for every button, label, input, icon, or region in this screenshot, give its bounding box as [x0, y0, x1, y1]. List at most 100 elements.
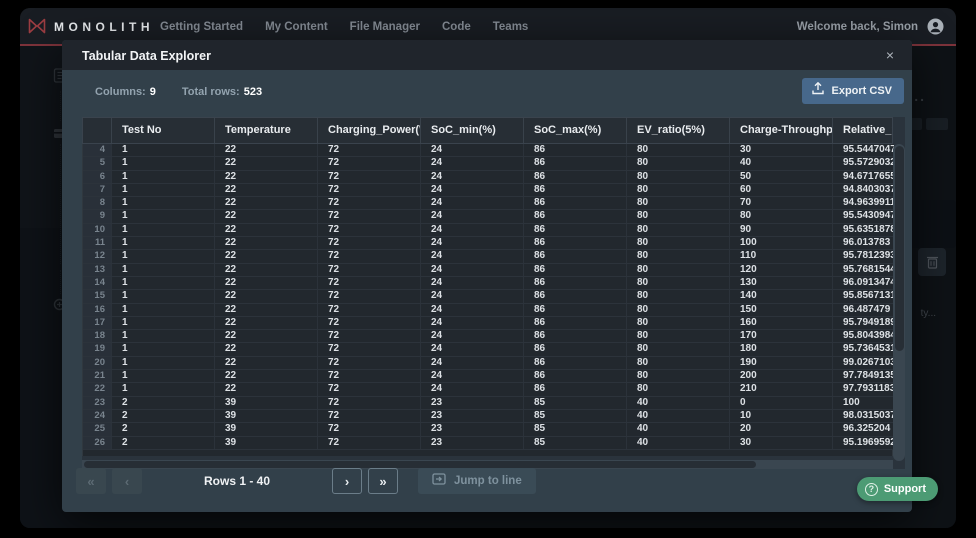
table-cell: 190 [729, 356, 832, 370]
table-row[interactable]: 20 1 22 72 24 86 80 190 99.0267103 [83, 356, 894, 371]
jump-to-line-button[interactable]: Jump to line [418, 468, 536, 494]
table-cell: 72 [317, 316, 420, 330]
table-row[interactable]: 5 1 22 72 24 86 80 40 95.5729032 [83, 157, 894, 171]
table-row[interactable]: 14 1 22 72 24 86 80 130 96.0913474 [83, 276, 894, 291]
table-cell: 23 [420, 409, 523, 423]
table-row[interactable]: 6 1 22 72 24 86 80 50 94.6717655 [83, 170, 894, 184]
row-number: 6 [83, 170, 111, 183]
table-row[interactable]: 23 2 39 72 23 85 40 0 100 [83, 396, 894, 410]
nav-item-getting-started[interactable]: Getting Started [160, 21, 243, 33]
row-number: 21 [83, 370, 111, 383]
nav-item-file-manager[interactable]: File Manager [350, 21, 420, 33]
table-header-row: Test NoTemperatureCharging_Power(W)SoC_m… [82, 117, 893, 144]
table-cell: 72 [317, 237, 420, 250]
table-row[interactable]: 15 1 22 72 24 86 80 140 95.8567131 [83, 290, 894, 304]
first-page-button[interactable]: « [76, 468, 106, 494]
table-row[interactable]: 25 2 39 72 23 85 40 20 96.325204 [83, 423, 894, 437]
table-cell: 22 [214, 183, 317, 197]
monolith-logo-icon[interactable] [28, 18, 46, 34]
close-icon[interactable]: × [880, 45, 900, 65]
column-header: Charge-Throughp... [729, 118, 832, 143]
table-row[interactable]: 10 1 22 72 24 86 80 90 95.6351878 [83, 223, 894, 238]
vertical-scrollbar[interactable] [893, 144, 905, 461]
modal-title: Tabular Data Explorer [82, 49, 211, 63]
table-row[interactable]: 19 1 22 72 24 86 80 180 95.7364531 [83, 343, 894, 357]
table-cell: 80 [626, 343, 729, 356]
table-cell: 23 [420, 436, 523, 449]
table-cell: 72 [317, 343, 420, 356]
table-row[interactable]: 7 1 22 72 24 86 80 60 94.8403037 [83, 183, 894, 198]
table-cell: 98.0315037 [832, 409, 894, 423]
table-cell: 72 [317, 396, 420, 409]
table-row[interactable]: 21 1 22 72 24 86 80 200 97.7849135 [83, 370, 894, 384]
table-row[interactable]: 18 1 22 72 24 86 80 170 95.8043984 [83, 330, 894, 344]
table-cell: 24 [420, 197, 523, 210]
table-row[interactable]: 13 1 22 72 24 86 80 120 95.7681544 [83, 263, 894, 277]
table-row[interactable]: 8 1 22 72 24 86 80 70 94.9639911 [83, 197, 894, 211]
table-cell: 72 [317, 210, 420, 223]
table-cell: 80 [626, 356, 729, 370]
export-csv-button[interactable]: Export CSV [802, 78, 904, 104]
table-cell: 24 [420, 370, 523, 383]
table-row[interactable]: 26 2 39 72 23 85 40 30 95.1969592 [83, 436, 894, 450]
total-rows-label: Total rows: [181, 86, 240, 98]
table-cell: 10 [729, 409, 832, 423]
table-row[interactable]: 12 1 22 72 24 86 80 110 95.7812393 [83, 250, 894, 264]
table-cell: 95.7681544 [832, 263, 894, 276]
table-cell: 120 [729, 263, 832, 276]
user-avatar-icon[interactable] [927, 18, 944, 35]
table-row[interactable]: 4 1 22 72 24 86 80 30 95.5447047 [83, 144, 894, 158]
table-cell: 1 [111, 316, 214, 330]
row-number-header [83, 118, 111, 143]
table-cell: 1 [111, 330, 214, 343]
table-cell: 60 [729, 183, 832, 197]
row-number: 8 [83, 197, 111, 210]
table-cell: 24 [420, 383, 523, 396]
table-cell: 80 [626, 170, 729, 183]
table-cell: 86 [523, 170, 626, 183]
table-cell: 22 [214, 170, 317, 183]
vertical-scrollbar-thumb[interactable] [894, 146, 904, 351]
table-cell: 39 [214, 436, 317, 449]
table-row[interactable]: 9 1 22 72 24 86 80 80 95.5430947 [83, 210, 894, 224]
table-row[interactable]: 16 1 22 72 24 86 80 150 96.487479 [83, 303, 894, 317]
previous-page-button[interactable]: ‹ [112, 468, 142, 494]
column-header: Charging_Power(W) [317, 118, 420, 143]
table-cell: 24 [420, 183, 523, 197]
partial-row [82, 449, 893, 456]
table-cell: 70 [729, 197, 832, 210]
table-cell: 140 [729, 290, 832, 303]
nav-item-my-content[interactable]: My Content [265, 21, 328, 33]
table-cell: 22 [214, 370, 317, 383]
table-cell: 72 [317, 263, 420, 276]
table-cell: 95.8567131 [832, 290, 894, 303]
table-row[interactable]: 24 2 39 72 23 85 40 10 98.0315037 [83, 409, 894, 424]
table-cell: 2 [111, 423, 214, 436]
table-cell: 24 [420, 144, 523, 157]
table-cell: 72 [317, 144, 420, 157]
table-cell: 72 [317, 423, 420, 436]
row-number: 18 [83, 330, 111, 343]
table-cell: 22 [214, 157, 317, 170]
nav-item-code[interactable]: Code [442, 21, 471, 33]
table-cell: 95.5729032 [832, 157, 894, 170]
table-cell: 95.7812393 [832, 250, 894, 263]
support-button[interactable]: ? Support [856, 477, 938, 501]
horizontal-scrollbar-thumb[interactable] [84, 461, 756, 468]
table-cell: 180 [729, 343, 832, 356]
table-cell: 72 [317, 303, 420, 316]
table-cell: 130 [729, 276, 832, 290]
last-page-button[interactable]: » [368, 468, 398, 494]
table-cell: 94.9639911 [832, 197, 894, 210]
next-page-button[interactable]: › [332, 468, 362, 494]
table-meta: Columns: 9 Total rows: 523 [95, 86, 262, 98]
table-cell: 72 [317, 409, 420, 423]
column-header: Temperature [214, 118, 317, 143]
row-number: 22 [83, 383, 111, 396]
table-cell: 80 [626, 316, 729, 330]
nav-item-teams[interactable]: Teams [493, 21, 529, 33]
table-row[interactable]: 11 1 22 72 24 86 80 100 96.013783 [83, 237, 894, 251]
table-cell: 94.6717655 [832, 170, 894, 183]
table-row[interactable]: 17 1 22 72 24 86 80 160 95.7949189 [83, 316, 894, 331]
table-row[interactable]: 22 1 22 72 24 86 80 210 97.7931183 [83, 383, 894, 397]
